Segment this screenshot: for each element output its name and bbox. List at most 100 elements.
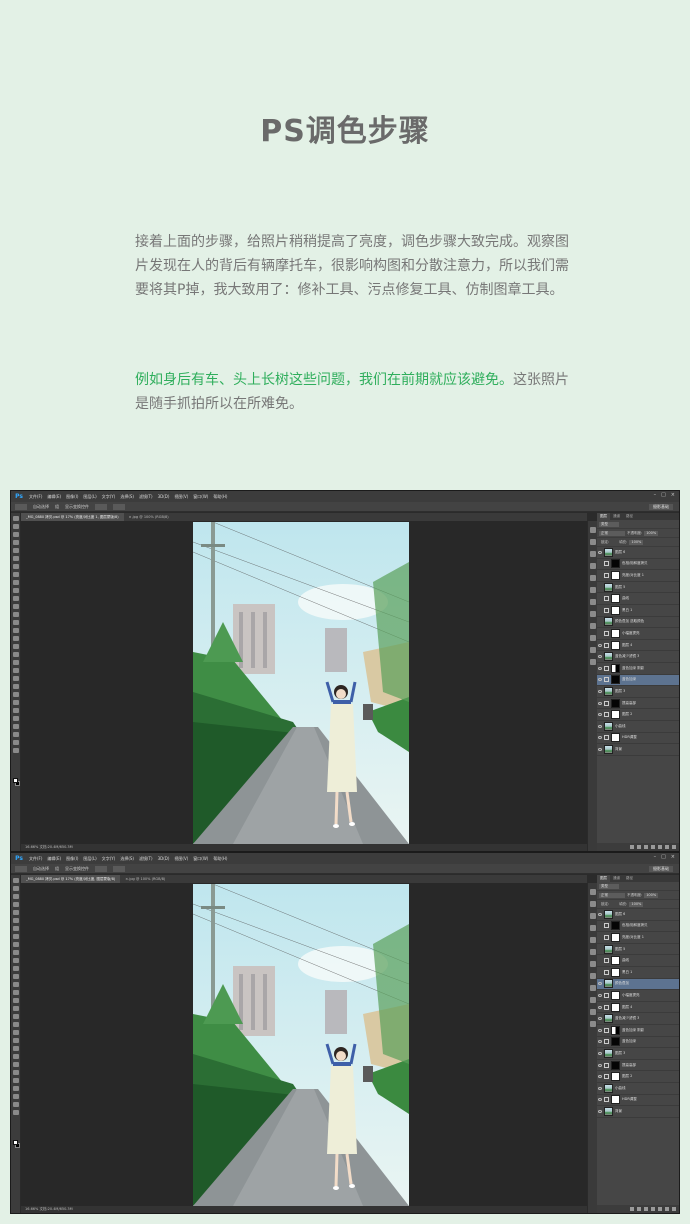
- layer-row[interactable]: 蓝色减少滤镜 3: [597, 651, 679, 663]
- tool-icon[interactable]: [13, 572, 19, 577]
- tool-icon[interactable]: [13, 918, 19, 923]
- layer-mask-thumbnail[interactable]: [611, 698, 620, 708]
- panel-icon[interactable]: [590, 647, 596, 653]
- opacity-field[interactable]: 100%: [644, 892, 659, 898]
- visibility-eye-icon[interactable]: [598, 924, 602, 927]
- panel-tab[interactable]: 图层: [597, 513, 610, 520]
- panel-tab[interactable]: 通道: [610, 513, 623, 520]
- visibility-eye-icon[interactable]: [598, 632, 602, 635]
- visibility-eye-icon[interactable]: [598, 1086, 602, 1090]
- layer-name[interactable]: 背景: [615, 747, 622, 752]
- panel-icon[interactable]: [590, 611, 596, 617]
- layer-row[interactable]: 亮度/对比度 1: [597, 570, 679, 582]
- tool-icon[interactable]: [13, 894, 19, 899]
- foreground-color-swatch[interactable]: [13, 1140, 18, 1145]
- visibility-eye-icon[interactable]: [598, 655, 602, 659]
- menu-item[interactable]: 文字(Y): [102, 856, 116, 862]
- layer-mask-thumbnail[interactable]: [611, 956, 620, 966]
- layer-name[interactable]: 黑白 1: [622, 608, 632, 613]
- show-transform-checkbox[interactable]: 显示变换控件: [65, 866, 89, 872]
- tool-icon[interactable]: [13, 700, 19, 705]
- layer-name[interactable]: 色相/饱和度拷贝: [622, 923, 648, 928]
- tool-icon[interactable]: [13, 556, 19, 561]
- visibility-eye-icon[interactable]: [598, 959, 602, 962]
- panel-tab[interactable]: 图层: [597, 875, 610, 882]
- layer-thumbnail[interactable]: [604, 547, 613, 557]
- panel-icon[interactable]: [590, 551, 596, 557]
- tool-icon[interactable]: [13, 540, 19, 545]
- panel-tab[interactable]: 路径: [623, 513, 636, 520]
- blend-mode-select[interactable]: 正常: [599, 530, 625, 536]
- tool-icon[interactable]: [13, 596, 19, 601]
- distribute-buttons[interactable]: [113, 503, 125, 510]
- menu-item[interactable]: 编辑(E): [47, 494, 61, 500]
- layer-thumbnail[interactable]: [604, 909, 613, 919]
- tool-icon[interactable]: [13, 1030, 19, 1035]
- canvas-area[interactable]: [21, 521, 587, 844]
- layer-name[interactable]: 图层 4: [622, 1005, 632, 1010]
- layer-row[interactable]: 图层 4: [597, 1002, 679, 1014]
- panel-icon[interactable]: [590, 1021, 596, 1027]
- visibility-eye-icon[interactable]: [598, 948, 602, 951]
- tool-icon[interactable]: [13, 628, 19, 633]
- layer-name[interactable]: 图层 5: [615, 585, 625, 590]
- layer-row[interactable]: 图层 3: [597, 686, 679, 698]
- layer-name[interactable]: HDR调整: [622, 1097, 637, 1102]
- visibility-eye-icon[interactable]: [598, 971, 602, 974]
- tool-icon[interactable]: [13, 612, 19, 617]
- visibility-eye-icon[interactable]: [598, 736, 602, 740]
- move-tool-icon[interactable]: [15, 503, 27, 510]
- canvas-area[interactable]: [21, 883, 587, 1206]
- layer-row[interactable]: 亮度/对比度 1: [597, 932, 679, 944]
- menu-item[interactable]: 图层(L): [83, 856, 96, 862]
- layer-name[interactable]: 亮度/对比度 1: [622, 573, 644, 578]
- close-icon[interactable]: ×: [671, 854, 675, 860]
- panel-icon[interactable]: [590, 527, 596, 533]
- tool-icon[interactable]: [13, 990, 19, 995]
- tool-icon[interactable]: [13, 636, 19, 641]
- layer-mask-thumbnail[interactable]: [611, 1037, 620, 1047]
- document-tab[interactable]: _MG_0880 拷贝.psd @ 17% (亮度/对比度 1, 图层蒙版/8): [21, 513, 124, 521]
- layer-row[interactable]: 黑白 1: [597, 605, 679, 617]
- visibility-eye-icon[interactable]: [598, 1028, 602, 1032]
- layer-row[interactable]: 提高高部: [597, 1060, 679, 1072]
- tool-icon[interactable]: [13, 548, 19, 553]
- panel-icon[interactable]: [590, 961, 596, 967]
- tool-icon[interactable]: [13, 668, 19, 673]
- document-tab[interactable]: ×.jpg @ 100% (RGB/8): [124, 513, 174, 521]
- layer-mask-thumbnail[interactable]: [611, 594, 620, 604]
- layer-row[interactable]: 图层 6: [597, 909, 679, 921]
- menu-item[interactable]: 文件(F): [29, 494, 42, 500]
- layer-mask-thumbnail[interactable]: [611, 1095, 620, 1105]
- tool-icon[interactable]: [13, 982, 19, 987]
- visibility-eye-icon[interactable]: [598, 982, 602, 986]
- layer-row[interactable]: 小曲线: [597, 1083, 679, 1095]
- auto-select-checkbox[interactable]: 自动选择: [33, 504, 49, 510]
- tool-icon[interactable]: [13, 974, 19, 979]
- layer-name[interactable]: HDR调整: [622, 735, 637, 740]
- panel-icon[interactable]: [590, 599, 596, 605]
- layer-row[interactable]: 图层 4: [597, 640, 679, 652]
- layer-row[interactable]: 颜色叠加 选取颜色: [597, 617, 679, 629]
- tool-icon[interactable]: [13, 524, 19, 529]
- photo-canvas[interactable]: [193, 522, 409, 844]
- tool-icon[interactable]: [13, 716, 19, 721]
- layer-name[interactable]: 曲线: [622, 958, 629, 963]
- layer-name[interactable]: 图层 6: [615, 912, 625, 917]
- layer-mask-thumbnail[interactable]: [611, 1025, 620, 1035]
- tool-icon[interactable]: [13, 942, 19, 947]
- tool-icon[interactable]: [13, 1046, 19, 1051]
- tool-icon[interactable]: [13, 1022, 19, 1027]
- visibility-eye-icon[interactable]: [598, 550, 602, 554]
- panel-icon[interactable]: [590, 925, 596, 931]
- visibility-eye-icon[interactable]: [598, 701, 602, 705]
- layer-name[interactable]: 小曲线: [615, 724, 626, 729]
- layer-row[interactable]: 小幅度提亮: [597, 628, 679, 640]
- layer-thumbnail[interactable]: [604, 721, 613, 731]
- layer-name[interactable]: 小幅度提亮: [622, 631, 640, 636]
- layer-row[interactable]: 图层 3: [597, 1048, 679, 1060]
- menu-item[interactable]: 滤镜(T): [139, 494, 153, 500]
- panel-icon[interactable]: [590, 575, 596, 581]
- menu-item[interactable]: 图像(I): [66, 494, 78, 500]
- tool-icon[interactable]: [13, 604, 19, 609]
